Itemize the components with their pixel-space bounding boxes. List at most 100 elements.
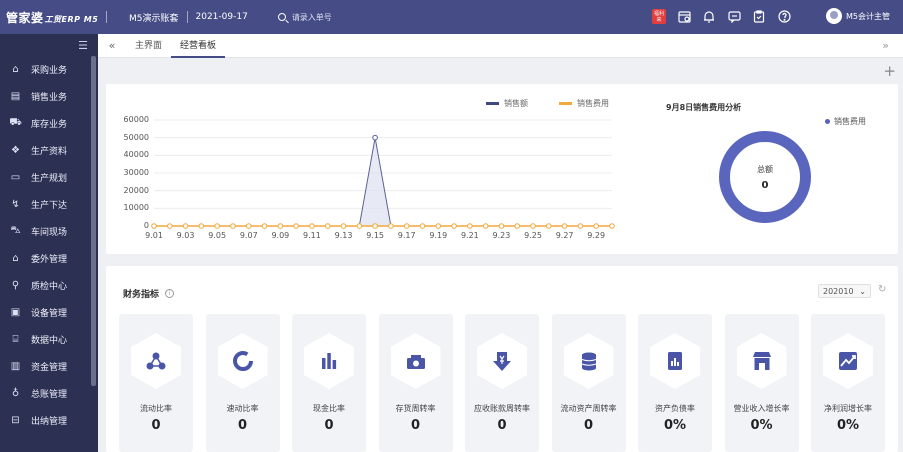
data-point[interactable] — [388, 223, 394, 229]
truck-icon: ⛟ — [9, 117, 22, 128]
x-tick-label: 9.07 — [239, 231, 258, 240]
period-select[interactable]: 202010 ⌄ — [818, 284, 871, 298]
sidebar-item[interactable]: ⛍ 车间现场 — [0, 218, 98, 245]
sidebar-item[interactable]: ▤ 销售业务 — [0, 83, 98, 110]
data-point[interactable] — [198, 223, 205, 229]
data-point[interactable] — [514, 223, 521, 229]
data-point[interactable] — [435, 223, 442, 229]
tabs-scroll-left-icon[interactable]: « — [98, 39, 126, 52]
y-tick-label: 30000 — [123, 168, 149, 177]
kpi-card[interactable]: 应收账款周转率 0 — [465, 314, 539, 452]
data-point[interactable] — [467, 223, 473, 229]
tabs-scroll-right-icon[interactable]: » — [882, 39, 889, 52]
kpi-card[interactable]: 资产负债率 0% — [638, 314, 712, 452]
sidebar-item[interactable]: ❖ 生产资料 — [0, 137, 98, 164]
data-point[interactable] — [261, 223, 268, 229]
data-point[interactable] — [340, 223, 347, 229]
x-tick-label: 9.25 — [524, 231, 542, 240]
kpi-card[interactable]: 流动资产周转率 0 — [551, 314, 626, 452]
bell-icon[interactable] — [702, 10, 716, 24]
data-point[interactable] — [182, 223, 189, 229]
sidebar-collapse-button[interactable]: ☰ — [0, 34, 98, 56]
kpi-card[interactable]: 营业收入增长率 0% — [724, 314, 799, 452]
account-name[interactable]: M5演示账套 — [129, 11, 179, 24]
kpi-value: 0 — [410, 418, 421, 433]
sidebar-item[interactable]: ⚲ 质检中心 — [0, 272, 98, 299]
sidebar-item[interactable]: ▥ 资金管理 — [0, 353, 98, 380]
data-point[interactable] — [561, 223, 568, 229]
sidebar-item[interactable]: ↯ 生产下达 — [0, 191, 98, 218]
avatar — [826, 8, 842, 24]
info-icon[interactable]: i — [165, 289, 175, 298]
sidebar-item-label: 设备管理 — [31, 309, 68, 319]
kpi-card[interactable]: 速动比率 0 — [205, 314, 280, 452]
sidebar-item[interactable]: ♁ 总账管理 — [0, 380, 98, 407]
sidebar-item[interactable]: ⊟ 出纳管理 — [0, 407, 98, 434]
divider — [186, 11, 188, 23]
kpi-label: 资产负债率 — [655, 404, 695, 413]
sidebar-item[interactable]: ▣ 设备管理 — [0, 299, 98, 326]
sidebar-item-label: 委外管理 — [31, 255, 68, 265]
data-point[interactable] — [546, 223, 552, 229]
sidebar-scrollbar[interactable] — [91, 56, 96, 386]
data-point[interactable] — [324, 223, 331, 229]
data-point[interactable] — [451, 223, 457, 229]
data-point[interactable] — [482, 223, 489, 229]
sidebar-item[interactable]: ⌸ 数据中心 — [0, 326, 98, 353]
tab-dashboard[interactable]: 经营看板 — [171, 34, 226, 58]
data-point[interactable] — [293, 223, 299, 229]
toolbar: 福利来 — [652, 9, 802, 24]
data-point[interactable] — [609, 223, 615, 229]
sidebar-item-label: 生产下达 — [31, 201, 68, 211]
data-point[interactable] — [309, 223, 315, 229]
kpi-value: 0 — [324, 418, 334, 433]
data-point[interactable] — [403, 223, 410, 229]
order-search[interactable]: 请录入单号 — [277, 12, 332, 23]
data-point[interactable] — [593, 223, 600, 229]
sidebar-item[interactable]: ▭ 生产规划 — [0, 164, 98, 191]
ring-icon — [232, 351, 253, 371]
data-point[interactable] — [277, 223, 284, 229]
task-clipboard-icon[interactable] — [752, 10, 766, 24]
kpi-icon-badge — [217, 333, 268, 389]
data-point[interactable] — [151, 223, 157, 229]
donut-legend[interactable]: 销售费用 — [825, 116, 866, 127]
kpi-card[interactable]: 流动比率 0 — [119, 314, 193, 452]
y-tick-label: 20000 — [123, 185, 149, 195]
search-icon — [277, 13, 286, 21]
y-tick-label: 40000 — [123, 150, 149, 160]
kpi-card[interactable]: 净利润增长率 0% — [811, 314, 885, 452]
tab-bar: « 主界面 经营看板 » — [98, 34, 903, 58]
add-widget-icon[interactable]: + — [883, 62, 896, 80]
data-point[interactable] — [245, 223, 252, 229]
kpi-card[interactable]: 现金比率 0 — [292, 314, 366, 452]
message-icon[interactable] — [727, 10, 741, 24]
help-icon[interactable] — [777, 10, 791, 24]
sidebar-item[interactable]: ⌂ 采购业务 — [0, 56, 98, 83]
kpi-card[interactable]: 存货周转率 0 — [378, 314, 453, 452]
refresh-icon[interactable]: ↻ — [878, 284, 886, 295]
data-point[interactable] — [230, 223, 236, 229]
sidebar-item-label: 车间现场 — [31, 228, 68, 238]
down-arrow-yen-icon — [493, 352, 511, 371]
data-point[interactable] — [530, 223, 536, 229]
sidebar-item[interactable]: ⛟ 库存业务 — [0, 110, 98, 137]
data-point[interactable] — [166, 223, 173, 229]
data-point[interactable] — [372, 223, 378, 229]
data-point[interactable] — [356, 223, 363, 229]
sidebar-item-label: 生产资料 — [31, 147, 68, 157]
data-point[interactable] — [419, 223, 426, 229]
calendar-icon[interactable] — [677, 10, 691, 24]
data-point[interactable] — [214, 223, 220, 229]
user-menu[interactable]: M5会计主管 — [826, 8, 890, 24]
kpi-icon-badge — [131, 333, 181, 389]
data-point[interactable] — [577, 223, 584, 229]
sidebar-item[interactable]: ⌂ 委外管理 — [0, 245, 98, 272]
data-point[interactable] — [498, 223, 505, 229]
account-date: 2021-09-17 — [195, 12, 248, 22]
tab-main[interactable]: 主界面 — [126, 34, 171, 58]
app-logo[interactable]: 管家婆工贸ERP M5 — [0, 9, 98, 26]
sidebar: ☰ ⌂ 采购业务 ▤ 销售业务 ⛟ 库存业务 ❖ 生产资料 ▭ 生产规划 ↯ 生产下达 ⛍ 车间现场 ⌂ 委外… — [0, 34, 98, 452]
data-point[interactable] — [372, 134, 378, 141]
promo-badge-icon[interactable]: 福利来 — [652, 9, 666, 24]
